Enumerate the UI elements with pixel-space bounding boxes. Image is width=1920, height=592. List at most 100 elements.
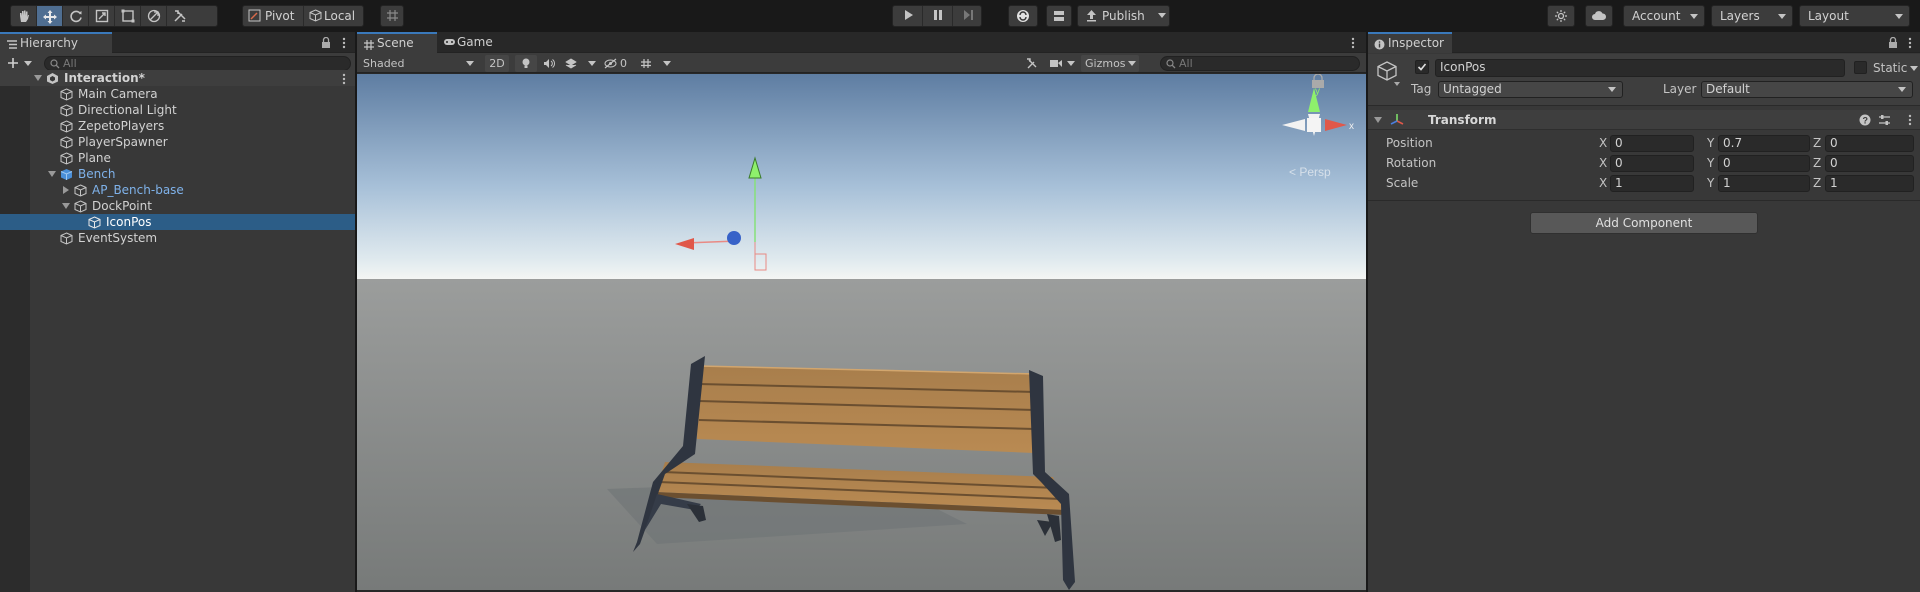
fold-arrow-icon[interactable]: [63, 186, 69, 194]
rotate-tool-button[interactable]: [63, 6, 89, 26]
fold-arrow-icon[interactable]: [34, 75, 42, 81]
chevron-down-icon: [588, 61, 596, 66]
preset-sliders-icon[interactable]: [1878, 114, 1891, 126]
tag-dropdown[interactable]: Untagged: [1438, 81, 1623, 98]
publish-dropdown[interactable]: [1154, 5, 1170, 27]
lock-icon[interactable]: [321, 37, 331, 48]
help-icon[interactable]: ?: [1859, 114, 1871, 126]
hierarchy-row[interactable]: DockPoint: [0, 198, 355, 214]
z-axis-handle[interactable]: [727, 231, 741, 245]
grid-snap-button[interactable]: [380, 5, 404, 27]
play-icon: [904, 10, 913, 20]
move-tool-button[interactable]: [37, 6, 63, 26]
cloud-button[interactable]: [1585, 5, 1613, 27]
main-toolbar: Pivot Local Publish Account Layers Layou…: [0, 0, 1920, 32]
device-preview-button[interactable]: [1046, 5, 1072, 27]
layers-dropdown[interactable]: Layers: [1711, 5, 1793, 27]
fold-arrow-icon[interactable]: [48, 171, 56, 177]
scale-y-field[interactable]: 1: [1718, 175, 1810, 192]
rotation-label: Rotation: [1386, 156, 1437, 170]
position-y-field[interactable]: 0.7: [1718, 135, 1810, 152]
chevron-down-icon[interactable]: [1910, 66, 1918, 71]
zepeto-sync-button[interactable]: [1008, 5, 1038, 27]
scene-viewport[interactable]: y x < Persp: [357, 74, 1366, 590]
hierarchy-row-scene[interactable]: Interaction*: [0, 70, 355, 86]
hierarchy-row[interactable]: Main Camera: [0, 86, 355, 102]
gizmos-dropdown[interactable]: Gizmos: [1081, 55, 1139, 72]
hierarchy-search-input[interactable]: All: [44, 56, 351, 71]
pivot-button[interactable]: Pivot: [243, 6, 304, 26]
layer-dropdown[interactable]: Default: [1701, 81, 1913, 98]
scale-tool-button[interactable]: [89, 6, 115, 26]
hierarchy-row[interactable]: PlayerSpawner: [0, 134, 355, 150]
hand-tool-button[interactable]: [11, 6, 37, 26]
transform-tool-button[interactable]: [141, 6, 167, 26]
effects-dropdown[interactable]: [562, 55, 598, 72]
hierarchy-row[interactable]: Plane: [0, 150, 355, 166]
toggle-2d-button[interactable]: 2D: [485, 55, 509, 72]
active-checkbox[interactable]: [1415, 60, 1429, 74]
grid-settings-dropdown[interactable]: [637, 55, 673, 72]
add-component-button[interactable]: Add Component: [1530, 212, 1758, 234]
local-button[interactable]: Local: [304, 6, 365, 26]
transform-component-header[interactable]: Transform ?: [1368, 110, 1920, 130]
gameobject-cube-icon: [60, 104, 73, 117]
tab-game[interactable]: Game: [437, 32, 507, 53]
layout-dropdown[interactable]: Layout: [1799, 5, 1910, 27]
camera-settings-dropdown[interactable]: [1047, 55, 1077, 72]
tab-scene[interactable]: Scene: [357, 32, 437, 53]
pause-icon: [933, 10, 942, 20]
scale-z-field[interactable]: 1: [1825, 175, 1914, 192]
kebab-menu-icon[interactable]: [1908, 114, 1912, 126]
create-button[interactable]: [5, 55, 33, 71]
scale-x-field[interactable]: 1: [1610, 175, 1694, 192]
rect-transform-icon: [121, 9, 134, 23]
rotation-x-field[interactable]: 0: [1610, 155, 1694, 172]
scene-visibility-toggle[interactable]: 0: [602, 55, 632, 72]
audio-toggle[interactable]: [539, 55, 559, 72]
services-button[interactable]: [1547, 5, 1575, 27]
custom-tool-button[interactable]: [167, 6, 193, 26]
chevron-down-icon[interactable]: [1394, 82, 1400, 86]
hierarchy-row[interactable]: EventSystem: [0, 230, 355, 246]
projection-label[interactable]: < Persp: [1289, 165, 1331, 179]
lock-icon[interactable]: [1888, 37, 1898, 48]
checkmark-icon: [1417, 63, 1427, 71]
local-label: Local: [324, 9, 356, 23]
scene-search-input[interactable]: All: [1160, 56, 1360, 71]
position-z-field[interactable]: 0: [1825, 135, 1914, 152]
position-x-field[interactable]: 0: [1610, 135, 1694, 152]
kebab-menu-icon[interactable]: [342, 37, 346, 49]
hierarchy-row-selected[interactable]: IconPos: [0, 214, 355, 230]
tab-hierarchy[interactable]: Hierarchy: [0, 32, 112, 53]
kebab-menu-icon[interactable]: [342, 73, 346, 85]
chevron-down-icon: [1690, 14, 1698, 19]
play-button[interactable]: [893, 6, 923, 26]
static-checkbox[interactable]: [1854, 61, 1867, 74]
tab-inspector[interactable]: Inspector: [1368, 32, 1452, 53]
kebab-menu-icon[interactable]: [1908, 37, 1912, 49]
rotation-z-field[interactable]: 0: [1825, 155, 1914, 172]
gameobject-cube-icon: [1377, 61, 1397, 81]
grid-icon: [641, 59, 651, 68]
hierarchy-row[interactable]: AP_Bench-base: [0, 182, 355, 198]
object-name-value: IconPos: [1440, 60, 1486, 74]
rotation-z-value: 0: [1830, 156, 1838, 170]
component-divider: [1368, 200, 1920, 201]
chevron-down-icon: [1608, 87, 1616, 92]
fold-arrow-icon[interactable]: [1374, 117, 1382, 123]
step-button[interactable]: [953, 6, 983, 26]
hierarchy-row[interactable]: Bench: [0, 166, 355, 182]
account-dropdown[interactable]: Account: [1623, 5, 1705, 27]
kebab-menu-icon[interactable]: [1351, 37, 1355, 49]
pause-button[interactable]: [923, 6, 953, 26]
lighting-toggle[interactable]: [515, 55, 537, 72]
rotation-y-field[interactable]: 0: [1718, 155, 1810, 172]
fold-arrow-icon[interactable]: [62, 203, 70, 209]
tools-settings-button[interactable]: [1022, 55, 1042, 72]
hierarchy-row[interactable]: Directional Light: [0, 102, 355, 118]
hierarchy-row[interactable]: ZepetoPlayers: [0, 118, 355, 134]
shading-mode-dropdown[interactable]: Shaded: [360, 55, 478, 72]
object-name-field[interactable]: IconPos: [1435, 59, 1845, 77]
rect-tool-button[interactable]: [115, 6, 141, 26]
